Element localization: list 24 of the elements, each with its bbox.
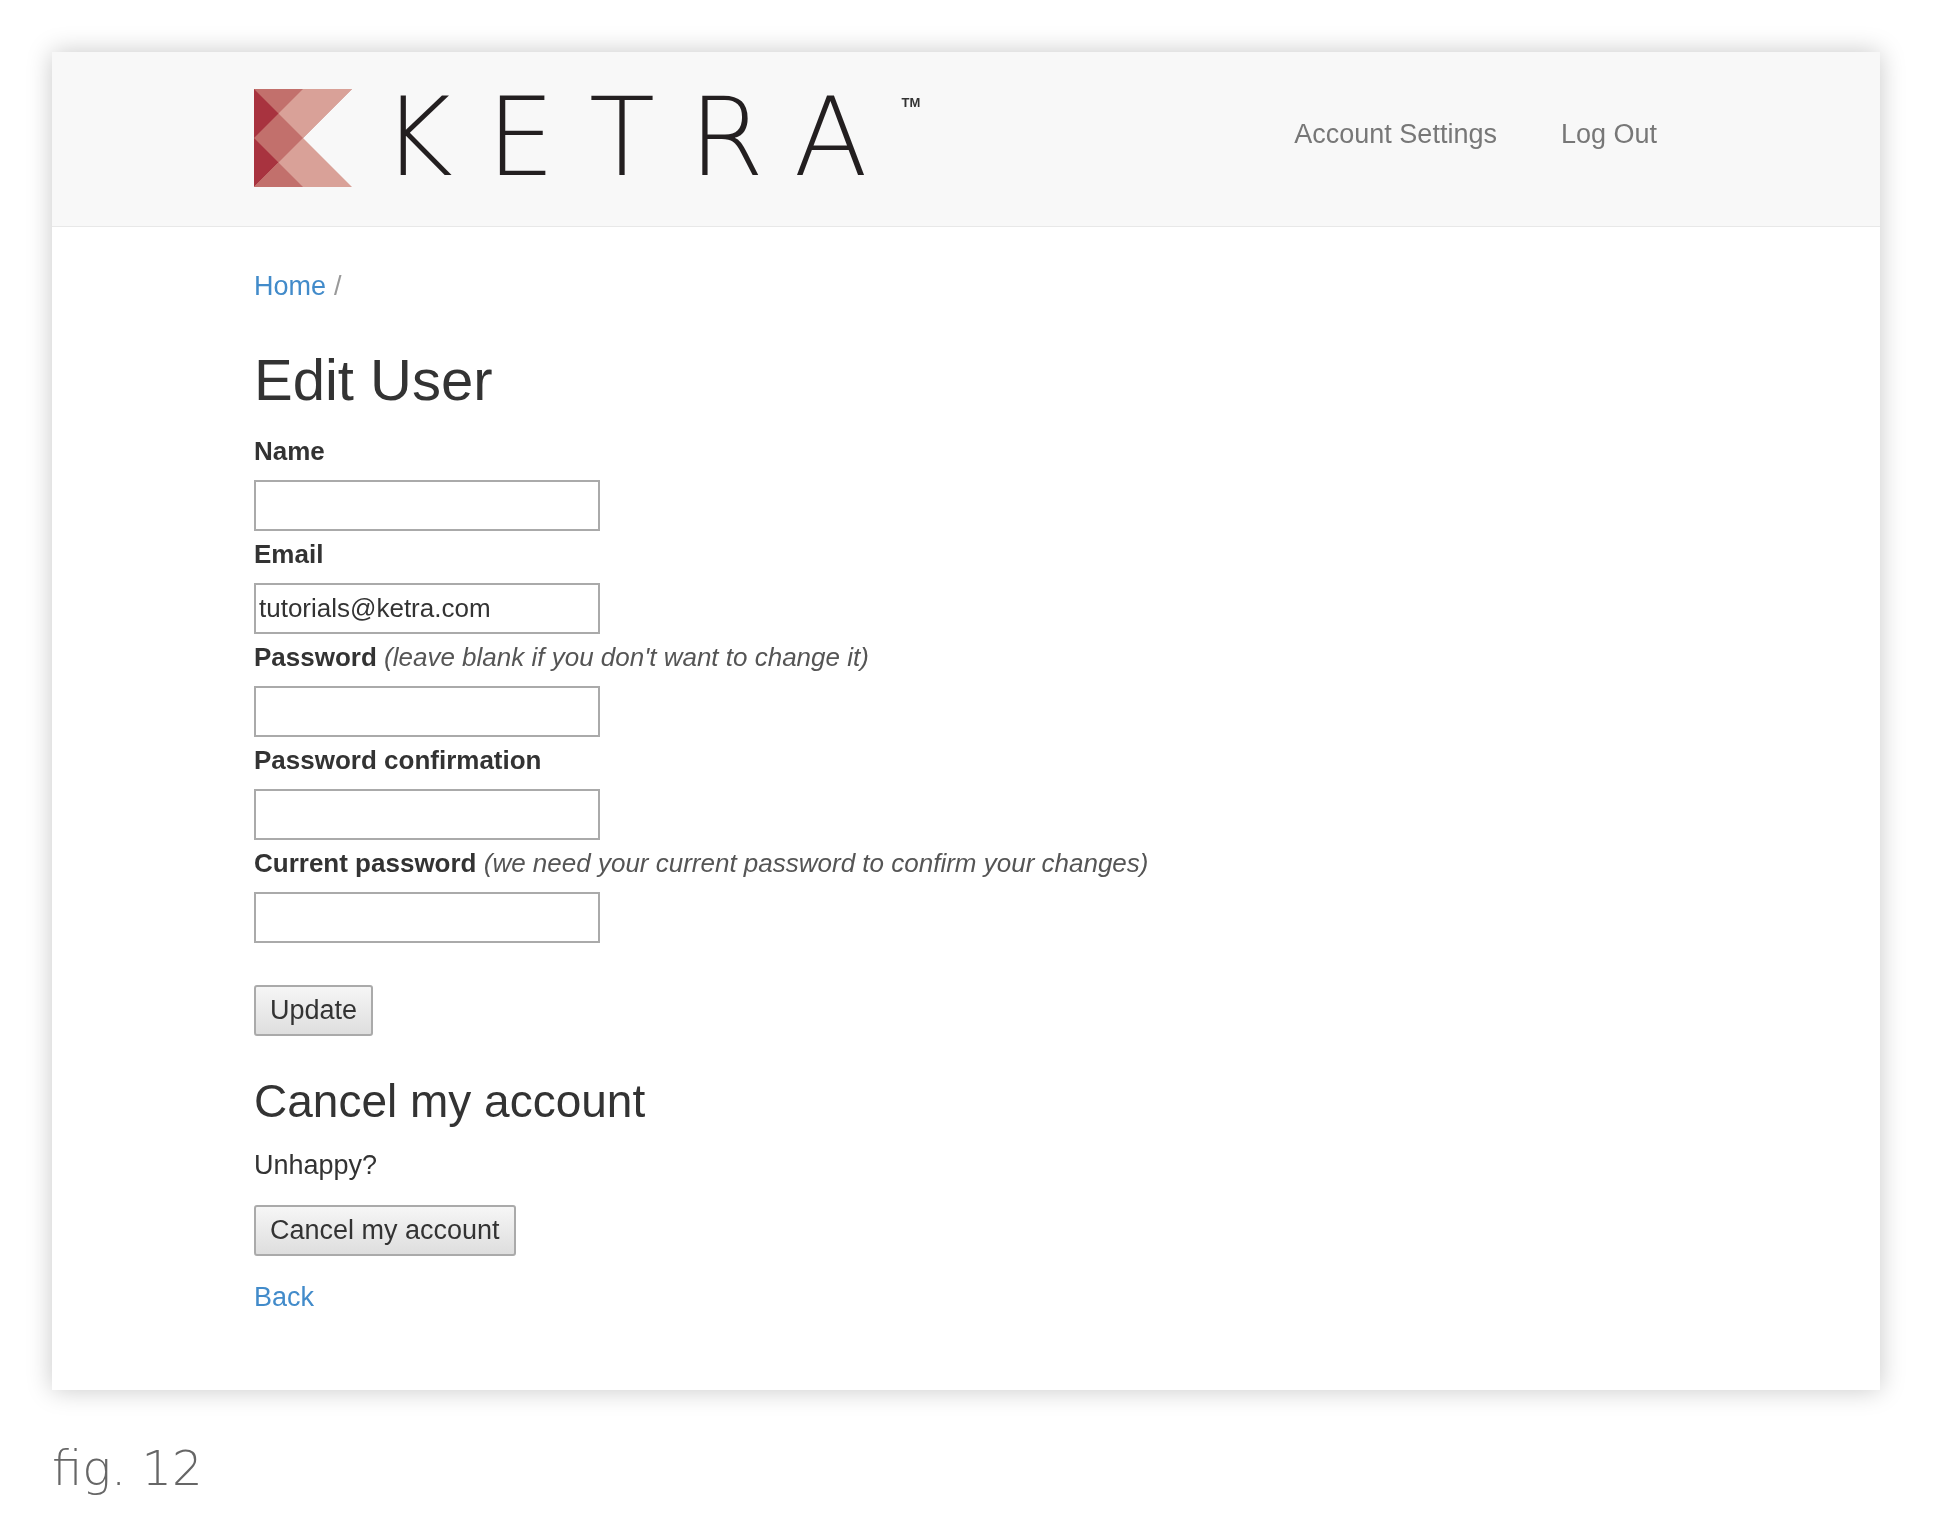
logo-wordmark: KETRA <box>382 89 902 187</box>
nav-link[interactable]: Account Settings <box>1294 119 1497 150</box>
field-label: Password confirmation <box>254 744 542 775</box>
field-label: Current password (we need your current password to confirm your changes) <box>254 847 1149 878</box>
input-field[interactable]: tutorials@ketra.com <box>254 582 600 634</box>
cancel-account-button[interactable]: Cancel my account <box>254 1205 516 1257</box>
field-label: Password (leave blank if you don't want to change it) <box>254 641 869 672</box>
page-title: Edit User <box>254 348 493 412</box>
field-label: Email <box>254 538 324 569</box>
breadcrumb-separator: / <box>334 271 342 302</box>
input-field[interactable] <box>254 891 600 943</box>
back-link[interactable]: Back <box>254 1282 315 1313</box>
input-field[interactable] <box>254 788 600 840</box>
section-heading: Cancel my account <box>254 1075 646 1127</box>
input-field[interactable] <box>254 685 600 737</box>
trademark-sign: TM <box>901 95 921 110</box>
input-field[interactable] <box>254 479 600 531</box>
nav-link[interactable]: Log Out <box>1560 119 1657 150</box>
logo-mark-icon <box>254 89 352 187</box>
home-link[interactable]: Home <box>254 271 327 302</box>
field-label: Name <box>254 435 325 466</box>
update-button[interactable]: Update <box>254 984 374 1036</box>
figure-caption: fig. 12 <box>52 1440 204 1496</box>
unhappy-text: Unhappy? <box>254 1150 378 1182</box>
